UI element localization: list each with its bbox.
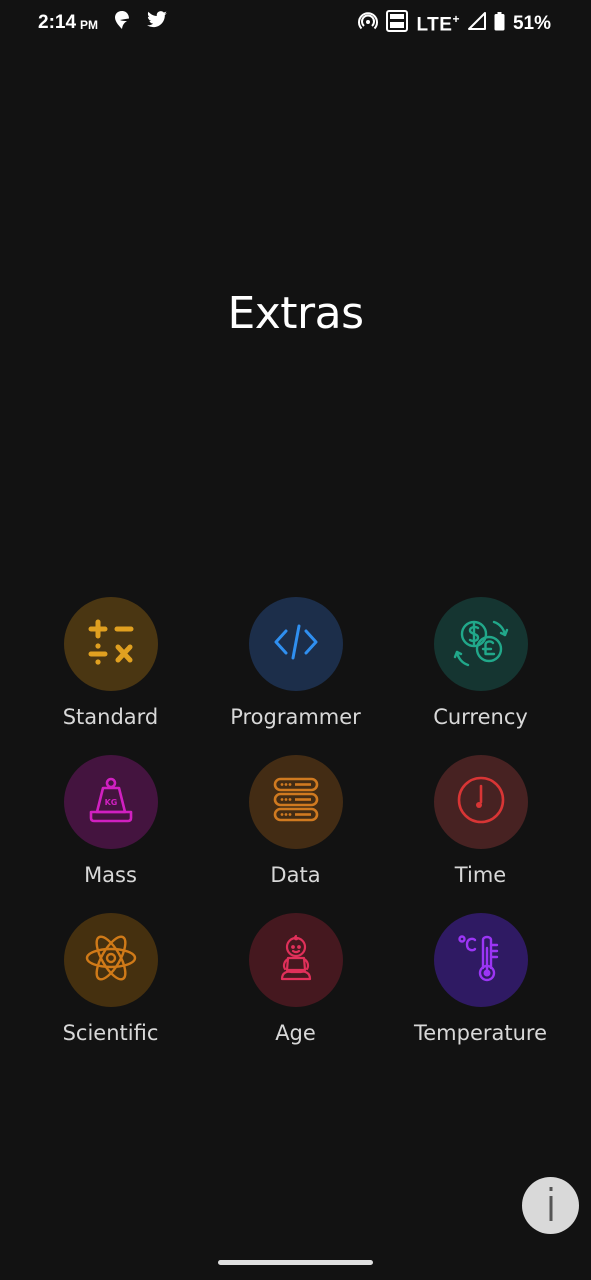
tile-programmer[interactable]: Programmer [203, 597, 388, 755]
status-left: 2:14 PM [38, 10, 168, 36]
info-button[interactable] [522, 1177, 579, 1234]
volte-icon [386, 10, 409, 38]
tile-data[interactable]: Data [203, 755, 388, 913]
tile-time-circle [433, 755, 528, 849]
network-type: LTE+ [416, 11, 460, 36]
tile-currency-label: Currency [433, 705, 528, 729]
tile-temperature-circle [433, 913, 528, 1007]
status-time-suffix: PM [80, 18, 99, 32]
tile-mass-circle: KG [63, 755, 158, 849]
tile-currency-circle [433, 597, 528, 691]
status-time: 2:14 [38, 12, 77, 33]
page-title: Extras [227, 288, 364, 339]
tile-age-label: Age [275, 1021, 316, 1045]
battery-percent: 51% [512, 13, 551, 34]
tile-data-label: Data [270, 863, 321, 887]
status-right: LTE+ 51% [350, 10, 551, 38]
tile-age[interactable]: Age [203, 913, 388, 1071]
status-bar: 2:14 PM LTE+ 51% [0, 0, 591, 44]
swiggy-icon [114, 10, 130, 36]
tile-mass[interactable]: KG Mass [18, 755, 203, 913]
atom-icon [84, 931, 138, 989]
tile-time[interactable]: Time [388, 755, 573, 913]
twitter-icon [146, 11, 168, 35]
tile-temperature[interactable]: Temperature [388, 913, 573, 1071]
tile-temperature-label: Temperature [413, 1021, 548, 1045]
tile-standard-circle [63, 597, 158, 691]
tile-standard[interactable]: Standard [18, 597, 203, 755]
battery-icon [494, 11, 505, 37]
signal-icon [467, 12, 486, 36]
calculator-operators-icon [86, 617, 136, 671]
tile-mass-label: Mass [84, 863, 137, 887]
tile-standard-label: Standard [62, 705, 159, 729]
svg-text:KG: KG [104, 798, 117, 807]
baby-icon [276, 934, 316, 986]
hotspot-icon [358, 11, 379, 37]
weight-icon: KG [87, 776, 135, 828]
server-icon [271, 776, 321, 828]
tile-data-circle [248, 755, 343, 849]
tile-time-label: Time [454, 863, 507, 887]
code-icon [273, 622, 319, 666]
tile-programmer-circle [248, 597, 343, 691]
tile-scientific[interactable]: Scientific [18, 913, 203, 1071]
extras-grid: Standard Programmer Currency KG Mass Dat… [18, 597, 573, 1071]
currency-exchange-icon [452, 613, 510, 675]
home-indicator[interactable] [218, 1260, 373, 1265]
clock-icon [456, 775, 506, 829]
tile-scientific-label: Scientific [62, 1021, 159, 1045]
thermometer-icon [457, 934, 504, 986]
tile-currency[interactable]: Currency [388, 597, 573, 755]
info-icon [544, 1186, 558, 1225]
tile-age-circle [248, 913, 343, 1007]
tile-scientific-circle [63, 913, 158, 1007]
tile-programmer-label: Programmer [230, 705, 361, 729]
